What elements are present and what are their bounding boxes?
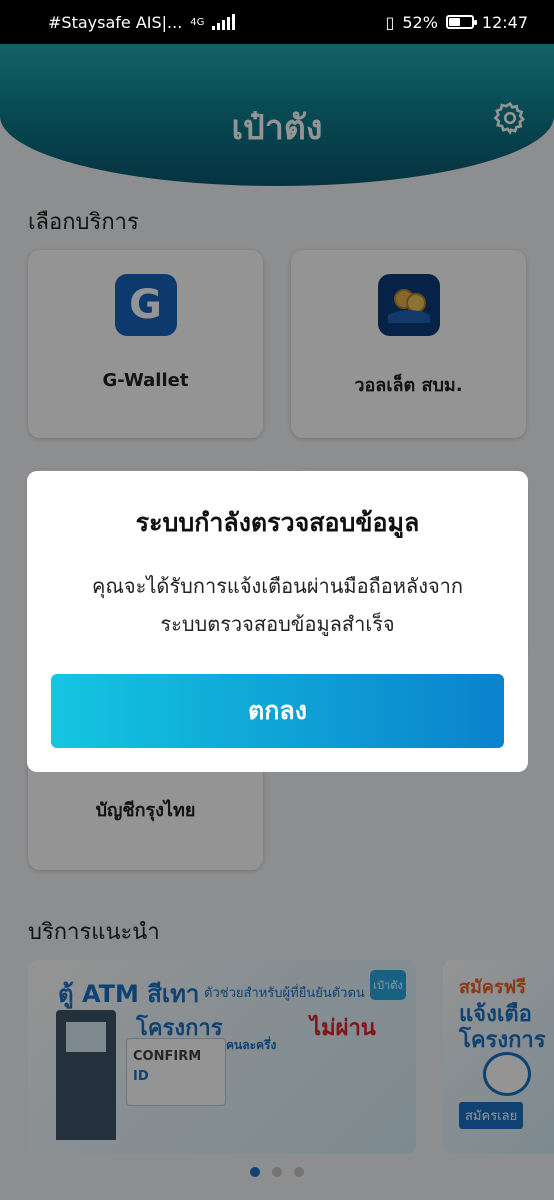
dialog-message-line1: คุณจะได้รับการแจ้งเตือนผ่านมือถือหลังจาก bbox=[91, 574, 464, 598]
vibrate-icon: ▯ bbox=[385, 12, 395, 32]
status-bar: #Staysafe AIS|... 4G ▯ 52% 12:47 bbox=[0, 0, 554, 44]
clock: 12:47 bbox=[481, 12, 528, 32]
dialog-message-line2: ระบบตรวจสอบข้อมูลสำเร็จ bbox=[160, 612, 395, 636]
carrier-name: #Staysafe AIS|... bbox=[48, 12, 183, 32]
dialog-message: คุณจะได้รับการแจ้งเตือนผ่านมือถือหลังจาก… bbox=[47, 567, 508, 643]
signal-icon bbox=[212, 14, 236, 30]
battery-icon bbox=[445, 15, 477, 29]
battery-percent: 52% bbox=[402, 12, 438, 32]
ok-button[interactable]: ตกลง bbox=[51, 674, 504, 748]
network-label: 4G bbox=[190, 16, 205, 28]
dialog-title: ระบบกำลังตรวจสอบข้อมูล bbox=[135, 508, 420, 537]
verification-dialog: ระบบกำลังตรวจสอบข้อมูล คุณจะได้รับการแจ้… bbox=[27, 471, 528, 772]
